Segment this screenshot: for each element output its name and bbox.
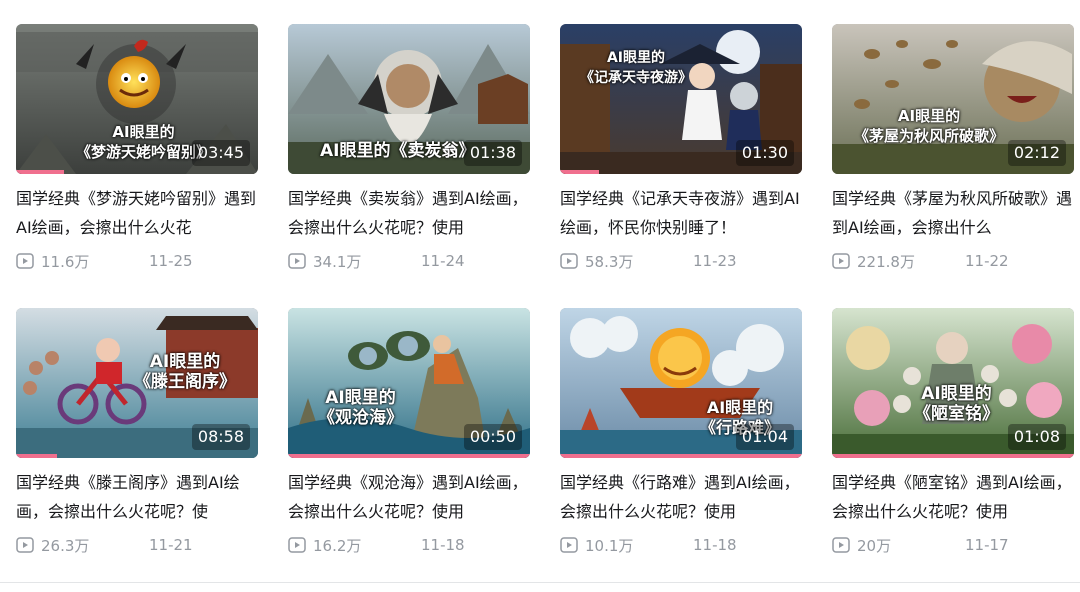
thumbnail-overlay-title: AI眼里的 《梦游天姥吟留别》	[76, 122, 211, 162]
overlay-line-1: AI眼里的	[580, 48, 692, 68]
video-title[interactable]: 国学经典《观沧海》遇到AI绘画，会擦出什么火花呢？使用	[288, 468, 530, 526]
watch-progress-bar	[560, 454, 802, 458]
view-count: 10.1万	[585, 535, 693, 556]
video-card[interactable]: AI眼里的 《陋室铭》 01:08 国学经典《陋室铭》遇到AI绘画，会擦出什么火…	[832, 308, 1074, 592]
video-title[interactable]: 国学经典《梦游天姥吟留别》遇到AI绘画，会擦出什么火花	[16, 184, 258, 242]
video-thumbnail[interactable]: AI眼里的 《滕王阁序》 08:58	[16, 308, 258, 458]
video-meta: 58.3万 11-23	[560, 250, 802, 272]
overlay-line-1: AI眼里的	[134, 352, 236, 372]
publish-date: 11-18	[693, 536, 737, 554]
video-duration: 01:38	[464, 140, 522, 166]
publish-date: 11-25	[149, 252, 193, 270]
play-count-icon	[560, 253, 578, 269]
view-count: 221.8万	[857, 251, 965, 272]
publish-date: 11-17	[965, 536, 1009, 554]
overlay-line-1: AI眼里的	[854, 106, 1004, 126]
watch-progress-bar	[288, 454, 530, 458]
video-title[interactable]: 国学经典《记承天寺夜游》遇到AI绘画，怀民你快别睡了！	[560, 184, 802, 242]
publish-date: 11-21	[149, 536, 193, 554]
video-meta: 20万 11-17	[832, 534, 1074, 556]
overlay-line-1: AI眼里的	[914, 384, 999, 404]
video-title[interactable]: 国学经典《卖炭翁》遇到AI绘画，会擦出什么火花呢？使用	[288, 184, 530, 242]
video-thumbnail[interactable]: AI眼里的 《梦游天姥吟留别》 03:45	[16, 24, 258, 174]
video-duration: 01:04	[736, 424, 794, 450]
video-meta: 16.2万 11-18	[288, 534, 530, 556]
play-count-icon	[832, 537, 850, 553]
video-meta: 26.3万 11-21	[16, 534, 258, 556]
play-count-icon	[288, 253, 306, 269]
thumbnail-overlay-title: AI眼里的 《茅屋为秋风所破歌》	[854, 106, 1004, 146]
video-title[interactable]: 国学经典《行路难》遇到AI绘画，会擦出什么火花呢？使用	[560, 468, 802, 526]
video-duration: 00:50	[464, 424, 522, 450]
video-card[interactable]: AI眼里的 《观沧海》 00:50 国学经典《观沧海》遇到AI绘画，会擦出什么火…	[288, 308, 530, 592]
thumbnail-overlay-title: AI眼里的 《滕王阁序》	[134, 352, 236, 392]
overlay-line-2: 《记承天寺夜游》	[580, 68, 692, 88]
video-card[interactable]: AI眼里的 《滕王阁序》 08:58 国学经典《滕王阁序》遇到AI绘画，会擦出什…	[16, 308, 258, 592]
overlay-line-2: 《滕王阁序》	[134, 372, 236, 392]
overlay-line-2: 《观沧海》	[318, 408, 403, 428]
video-card[interactable]: AI眼里的 《茅屋为秋风所破歌》 02:12 国学经典《茅屋为秋风所破歌》遇到A…	[832, 24, 1074, 308]
play-count-icon	[560, 537, 578, 553]
video-meta: 221.8万 11-22	[832, 250, 1074, 272]
video-duration: 08:58	[192, 424, 250, 450]
view-count: 58.3万	[585, 251, 693, 272]
video-thumbnail[interactable]: AI眼里的 《茅屋为秋风所破歌》 02:12	[832, 24, 1074, 174]
video-card[interactable]: AI眼里的 《行路难》 01:04 国学经典《行路难》遇到AI绘画，会擦出什么火…	[560, 308, 802, 592]
overlay-line-1: AI眼里的	[318, 388, 403, 408]
watch-progress-bar	[832, 454, 1074, 458]
view-count: 20万	[857, 535, 965, 556]
video-thumbnail[interactable]: AI眼里的《卖炭翁》 01:38	[288, 24, 530, 174]
publish-date: 11-24	[421, 252, 465, 270]
view-count: 16.2万	[313, 535, 421, 556]
video-thumbnail[interactable]: AI眼里的 《行路难》 01:04	[560, 308, 802, 458]
thumbnail-overlay-title: AI眼里的 《观沧海》	[318, 388, 403, 428]
video-thumbnail[interactable]: AI眼里的 《陋室铭》 01:08	[832, 308, 1074, 458]
publish-date: 11-22	[965, 252, 1009, 270]
view-count: 11.6万	[41, 251, 149, 272]
view-count: 26.3万	[41, 535, 149, 556]
video-duration: 02:12	[1008, 140, 1066, 166]
video-duration: 01:08	[1008, 424, 1066, 450]
video-card[interactable]: AI眼里的《卖炭翁》 01:38 国学经典《卖炭翁》遇到AI绘画，会擦出什么火花…	[288, 24, 530, 308]
publish-date: 11-18	[421, 536, 465, 554]
play-count-icon	[16, 253, 34, 269]
video-thumbnail[interactable]: AI眼里的 《记承天寺夜游》 01:30	[560, 24, 802, 174]
thumbnail-overlay-title: AI眼里的《卖炭翁》	[320, 141, 475, 161]
video-duration: 01:30	[736, 140, 794, 166]
video-meta: 10.1万 11-18	[560, 534, 802, 556]
video-meta: 11.6万 11-25	[16, 250, 258, 272]
watch-progress-bar	[16, 170, 64, 174]
overlay-line-2: 《梦游天姥吟留别》	[76, 142, 211, 162]
video-title[interactable]: 国学经典《陋室铭》遇到AI绘画，会擦出什么火花呢？使用	[832, 468, 1074, 526]
video-card[interactable]: AI眼里的 《梦游天姥吟留别》 03:45 国学经典《梦游天姥吟留别》遇到AI绘…	[16, 24, 258, 308]
thumbnail-overlay-title: AI眼里的 《记承天寺夜游》	[580, 48, 692, 88]
video-duration: 03:45	[192, 140, 250, 166]
overlay-line-2: 《陋室铭》	[914, 404, 999, 424]
overlay-line-2: 《茅屋为秋风所破歌》	[854, 126, 1004, 146]
watch-progress-bar	[560, 170, 599, 174]
play-count-icon	[288, 537, 306, 553]
overlay-line-1: AI眼里的	[76, 122, 211, 142]
video-meta: 34.1万 11-24	[288, 250, 530, 272]
overlay-line-1: AI眼里的《卖炭翁》	[320, 141, 475, 161]
video-card[interactable]: AI眼里的 《记承天寺夜游》 01:30 国学经典《记承天寺夜游》遇到AI绘画，…	[560, 24, 802, 308]
video-title[interactable]: 国学经典《茅屋为秋风所破歌》遇到AI绘画，会擦出什么	[832, 184, 1074, 242]
publish-date: 11-23	[693, 252, 737, 270]
overlay-line-1: AI眼里的	[700, 398, 780, 418]
view-count: 34.1万	[313, 251, 421, 272]
video-thumbnail[interactable]: AI眼里的 《观沧海》 00:50	[288, 308, 530, 458]
watch-progress-bar	[16, 454, 57, 458]
video-grid: AI眼里的 《梦游天姥吟留别》 03:45 国学经典《梦游天姥吟留别》遇到AI绘…	[16, 24, 1074, 592]
play-count-icon	[832, 253, 850, 269]
play-count-icon	[16, 537, 34, 553]
video-title[interactable]: 国学经典《滕王阁序》遇到AI绘画，会擦出什么火花呢？使	[16, 468, 258, 526]
thumbnail-overlay-title: AI眼里的 《陋室铭》	[914, 384, 999, 424]
